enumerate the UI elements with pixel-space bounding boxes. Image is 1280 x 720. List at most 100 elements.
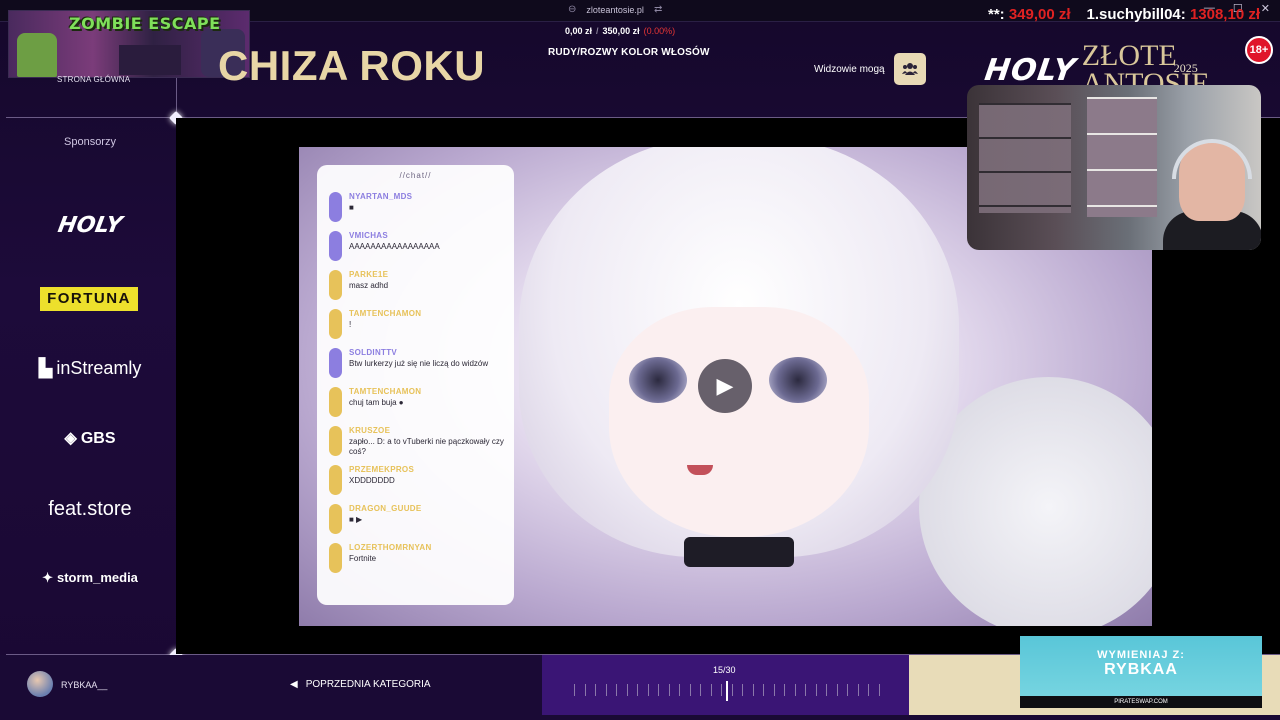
progress-tick	[710, 684, 712, 696]
chat-message: KRUSZOE zapło... D: a to vTuberki nie pąc…	[327, 426, 506, 465]
progress-tick	[847, 684, 849, 696]
progress-tick	[794, 684, 796, 696]
webcam-overlay	[967, 85, 1261, 250]
viewers-label: Widzowie mogą	[814, 64, 885, 75]
promo-line2: RYBKAA	[1104, 661, 1178, 678]
chat-username[interactable]: DRAGON_GUUDE	[349, 504, 506, 513]
storm-icon: ✦	[42, 570, 53, 585]
viewers-button[interactable]	[894, 53, 926, 85]
chat-username[interactable]: TAMTENCHAMON	[349, 309, 506, 318]
category-title: CHIZA ROKU	[218, 42, 486, 89]
chat-badge-icon	[329, 309, 342, 339]
progress-label: 15/30	[713, 665, 736, 675]
progress-tick	[805, 684, 807, 696]
chat-username[interactable]: PRZEMEKPROS	[349, 465, 506, 474]
arrow-left-icon: ◀	[290, 679, 298, 690]
chat-text: chuj tam buja ●	[349, 398, 404, 407]
sponsor-gbs[interactable]: ◈ GBS	[6, 428, 174, 448]
chat-badge-icon	[329, 348, 342, 378]
donation-top: 1.suchybill04: 1308,10 zł	[1086, 6, 1260, 23]
sponsor-fortuna[interactable]: FORTUNA	[40, 287, 138, 311]
chat-message: VMICHAS AAAAAAAAAAAAAAAAA	[327, 231, 506, 270]
video-scene	[684, 537, 794, 567]
settings-icon[interactable]: ⇄	[654, 4, 662, 15]
progress-tick	[773, 684, 775, 696]
video-scene	[629, 357, 687, 403]
progress-tick	[668, 684, 670, 696]
chat-username[interactable]: TAMTENCHAMON	[349, 387, 506, 396]
progress-tick	[637, 684, 639, 696]
chat-text: AAAAAAAAAAAAAAAAA	[349, 242, 440, 251]
chat-username[interactable]: LOZERTHOMRNYAN	[349, 543, 506, 552]
home-link[interactable]: STRONA GŁÓWNA	[57, 75, 130, 84]
sponsors-label: Sponsorzy	[64, 136, 116, 148]
chat-text: XDDDDDDD	[349, 476, 395, 485]
amount-raised: 0,00 zł	[565, 26, 593, 36]
chat-username[interactable]: PARKE1E	[349, 270, 506, 279]
progress-tick	[679, 684, 681, 696]
users-icon	[902, 63, 918, 75]
chat-username[interactable]: KRUSZOE	[349, 426, 506, 435]
progress-cursor	[726, 681, 728, 701]
prev-category-button[interactable]: ◀ POPRZEDNIA KATEGORIA	[290, 679, 431, 690]
chat-badge-icon	[329, 504, 342, 534]
sponsor-stormmedia[interactable]: ✦ storm_media	[6, 570, 174, 586]
sponsor-instreamly[interactable]: ▙ inStreamly	[6, 358, 174, 379]
age-rating-badge: 18+	[1245, 36, 1273, 64]
game-character	[119, 45, 181, 75]
username[interactable]: RYBKAA__	[61, 680, 107, 690]
chat-badge-icon	[329, 543, 342, 573]
url-text: zloteantosie.pl	[586, 4, 644, 15]
chat-text: !	[349, 320, 352, 329]
close-icon[interactable]: ✕	[1261, 2, 1270, 15]
progress-tick	[731, 684, 733, 696]
progress-tick	[616, 684, 618, 696]
donation-ticker: **: 349,00 zł 1.suchybill04: 1308,10 zł	[988, 6, 1260, 23]
chat-username[interactable]: NYARTAN_MDS	[349, 192, 506, 201]
amount-separator: /	[596, 26, 599, 36]
progress-tick	[752, 684, 754, 696]
sponsor-holy[interactable]: HOLY	[4, 213, 176, 238]
chat-username[interactable]: VMICHAS	[349, 231, 506, 240]
sponsor-featstore[interactable]: feat.store	[6, 498, 174, 521]
progress-tick	[658, 684, 660, 696]
promo-line1: WYMIENIAJ Z:	[1097, 649, 1185, 661]
chat-text: masz adhd	[349, 281, 389, 290]
progress-tick	[595, 684, 597, 696]
chat-text: Fortnite	[349, 554, 377, 563]
chat-text: Btw lurkerzy już się nie liczą do widzów	[349, 359, 489, 368]
progress-tick	[626, 684, 628, 696]
chat-message: DRAGON_GUUDE ■ ▶	[327, 504, 506, 543]
category-subtitle: RUDY/ROZWY KOLOR WŁOSÓW	[548, 47, 710, 58]
progress-tick	[721, 684, 723, 696]
chat-badge-icon	[329, 465, 342, 495]
url-bar[interactable]: ⊖ zloteantosie.pl ⇄	[568, 4, 662, 15]
play-icon[interactable]: ▶	[698, 359, 752, 413]
stream-page: ⊖ zloteantosie.pl ⇄ — ☐ ✕ ZOMBIE ESCAPE …	[0, 0, 1280, 720]
prev-category-label: POPRZEDNIA KATEGORIA	[305, 679, 431, 690]
progress-tick	[574, 684, 575, 696]
progress-tick	[857, 684, 859, 696]
amount-percent: (0.00%)	[643, 26, 676, 36]
webcam-scene	[1087, 97, 1157, 217]
gbs-icon: ◈	[64, 430, 77, 447]
webcam-scene	[1172, 139, 1252, 179]
chat-text: ■ ▶	[349, 515, 363, 524]
site-info-icon[interactable]: ⊖	[568, 4, 576, 15]
amount-bar: 0,00 zł / 350,00 zł (0.00%)	[565, 26, 675, 36]
chat-overlay: //chat// NYARTAN_MDS ■ VMICHAS AAAAAAAAAAAA…	[317, 165, 514, 605]
chat-message: SOLDINTTV Btw lurkerzy już się nie liczą …	[327, 348, 506, 387]
chat-text: ■	[349, 203, 354, 212]
progress-tick	[826, 684, 828, 696]
game-title: ZOMBIE ESCAPE	[69, 14, 221, 33]
progress-tick	[784, 684, 786, 696]
progress-tick	[689, 684, 691, 696]
avatar[interactable]	[27, 671, 53, 697]
progress-tick	[647, 684, 649, 696]
promo-banner[interactable]: WYMIENIAJ Z: RYBKAA PIRATESWAP.COM	[1020, 636, 1262, 708]
chat-message: PRZEMEKPROS XDDDDDDD	[327, 465, 506, 504]
progress-tick	[700, 684, 702, 696]
chat-message: TAMTENCHAMON chuj tam buja ●	[327, 387, 506, 426]
chat-badge-icon	[329, 426, 342, 456]
chat-username[interactable]: SOLDINTTV	[349, 348, 506, 357]
